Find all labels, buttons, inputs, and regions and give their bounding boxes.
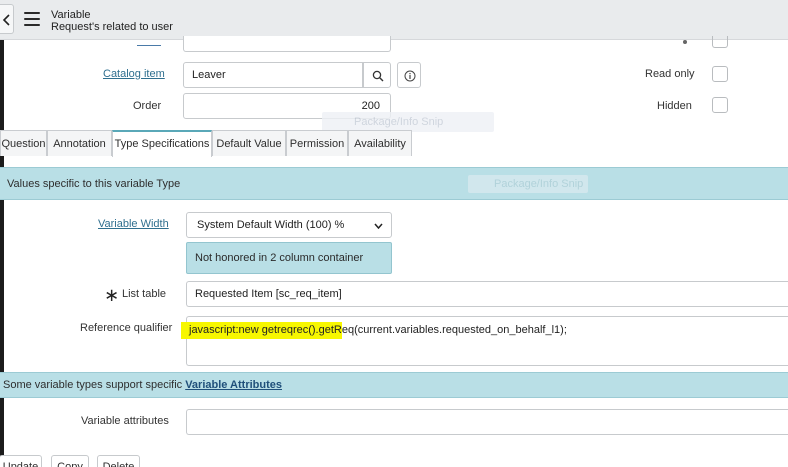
ghost-overlay-2: Package/Info Snip	[468, 175, 588, 193]
variable-attributes-band: Some variable types support specific Var…	[0, 372, 788, 398]
chevron-down-icon	[374, 223, 383, 229]
partial-label-dot	[683, 40, 687, 44]
variable-width-select[interactable]: System Default Width (100) %	[186, 212, 392, 238]
variable-attributes-input[interactable]	[186, 409, 788, 435]
variable-width-info-message: Not honored in 2 column container	[186, 242, 392, 274]
tab-type-specifications[interactable]: Type Specifications	[112, 130, 212, 157]
chevron-left-icon	[2, 14, 10, 26]
variable-attributes-band-prefix: Some variable types support specific	[3, 379, 186, 391]
info-icon	[404, 70, 416, 82]
reference-qualifier-label: Reference qualifier	[80, 322, 173, 334]
variable-width-value: System Default Width (100) %	[197, 219, 345, 231]
hidden-checkbox[interactable]	[712, 97, 728, 113]
tab-availability[interactable]: Availability	[348, 130, 412, 156]
read-only-checkbox[interactable]	[712, 66, 728, 82]
ghost-overlay-text-2: Package/Info Snip	[494, 178, 584, 190]
hidden-label: Hidden	[657, 100, 692, 112]
reference-qualifier-textarea[interactable]: javascript:new getreqrec().getReq(curren…	[181, 316, 788, 366]
tab-default-value[interactable]: Default Value	[212, 130, 286, 156]
catalog-item-label[interactable]: Catalog item	[103, 68, 165, 80]
back-button[interactable]	[0, 4, 14, 34]
partial-checkbox[interactable]	[712, 36, 728, 48]
form-header: Variable Request's related to user	[0, 0, 788, 40]
catalog-item-lookup-button[interactable]	[363, 62, 391, 88]
list-table-input[interactable]: Requested Item [sc_req_item]	[186, 281, 788, 307]
tab-question[interactable]: Question	[0, 130, 47, 156]
partial-field-label	[137, 38, 161, 46]
catalog-item-info-button[interactable]	[397, 62, 421, 88]
type-specs-band: Values specific to this variable Type Pa…	[0, 167, 788, 200]
variable-attributes-link[interactable]: Variable Attributes	[185, 379, 282, 391]
tab-permission[interactable]: Permission	[286, 130, 348, 156]
header-subtitle: Request's related to user	[51, 21, 173, 33]
search-icon	[372, 70, 384, 82]
reference-qualifier-highlighted-text: javascript:new getreqrec().getR	[181, 322, 342, 339]
type-specs-band-text: Values specific to this variable Type	[7, 178, 181, 190]
mandatory-asterisk-icon: ∗	[104, 285, 120, 305]
variable-attributes-band-text: Some variable types support specific Var…	[3, 379, 282, 391]
catalog-item-input[interactable]: Leaver	[183, 62, 363, 88]
update-button[interactable]: Update	[0, 455, 42, 467]
variable-width-label[interactable]: Variable Width	[98, 218, 169, 230]
hamburger-menu-icon[interactable]	[24, 12, 40, 26]
left-edge-stripe	[0, 40, 4, 467]
partial-field-input[interactable]	[183, 36, 391, 52]
delete-button[interactable]: Delete	[97, 455, 140, 467]
variable-attributes-label: Variable attributes	[81, 415, 169, 427]
read-only-label: Read only	[645, 68, 695, 80]
list-table-label: List table	[122, 288, 167, 300]
tab-annotation[interactable]: Annotation	[47, 130, 112, 156]
header-title: Variable	[51, 9, 91, 21]
copy-button[interactable]: Copy	[51, 455, 89, 467]
ghost-overlay-text-1: Package/Info Snip	[354, 116, 444, 128]
ghost-overlay-1: Package/Info Snip	[322, 112, 494, 132]
order-label: Order	[133, 100, 162, 112]
reference-qualifier-rest-text: eq(current.variables.requested_on_behalf…	[341, 324, 567, 336]
